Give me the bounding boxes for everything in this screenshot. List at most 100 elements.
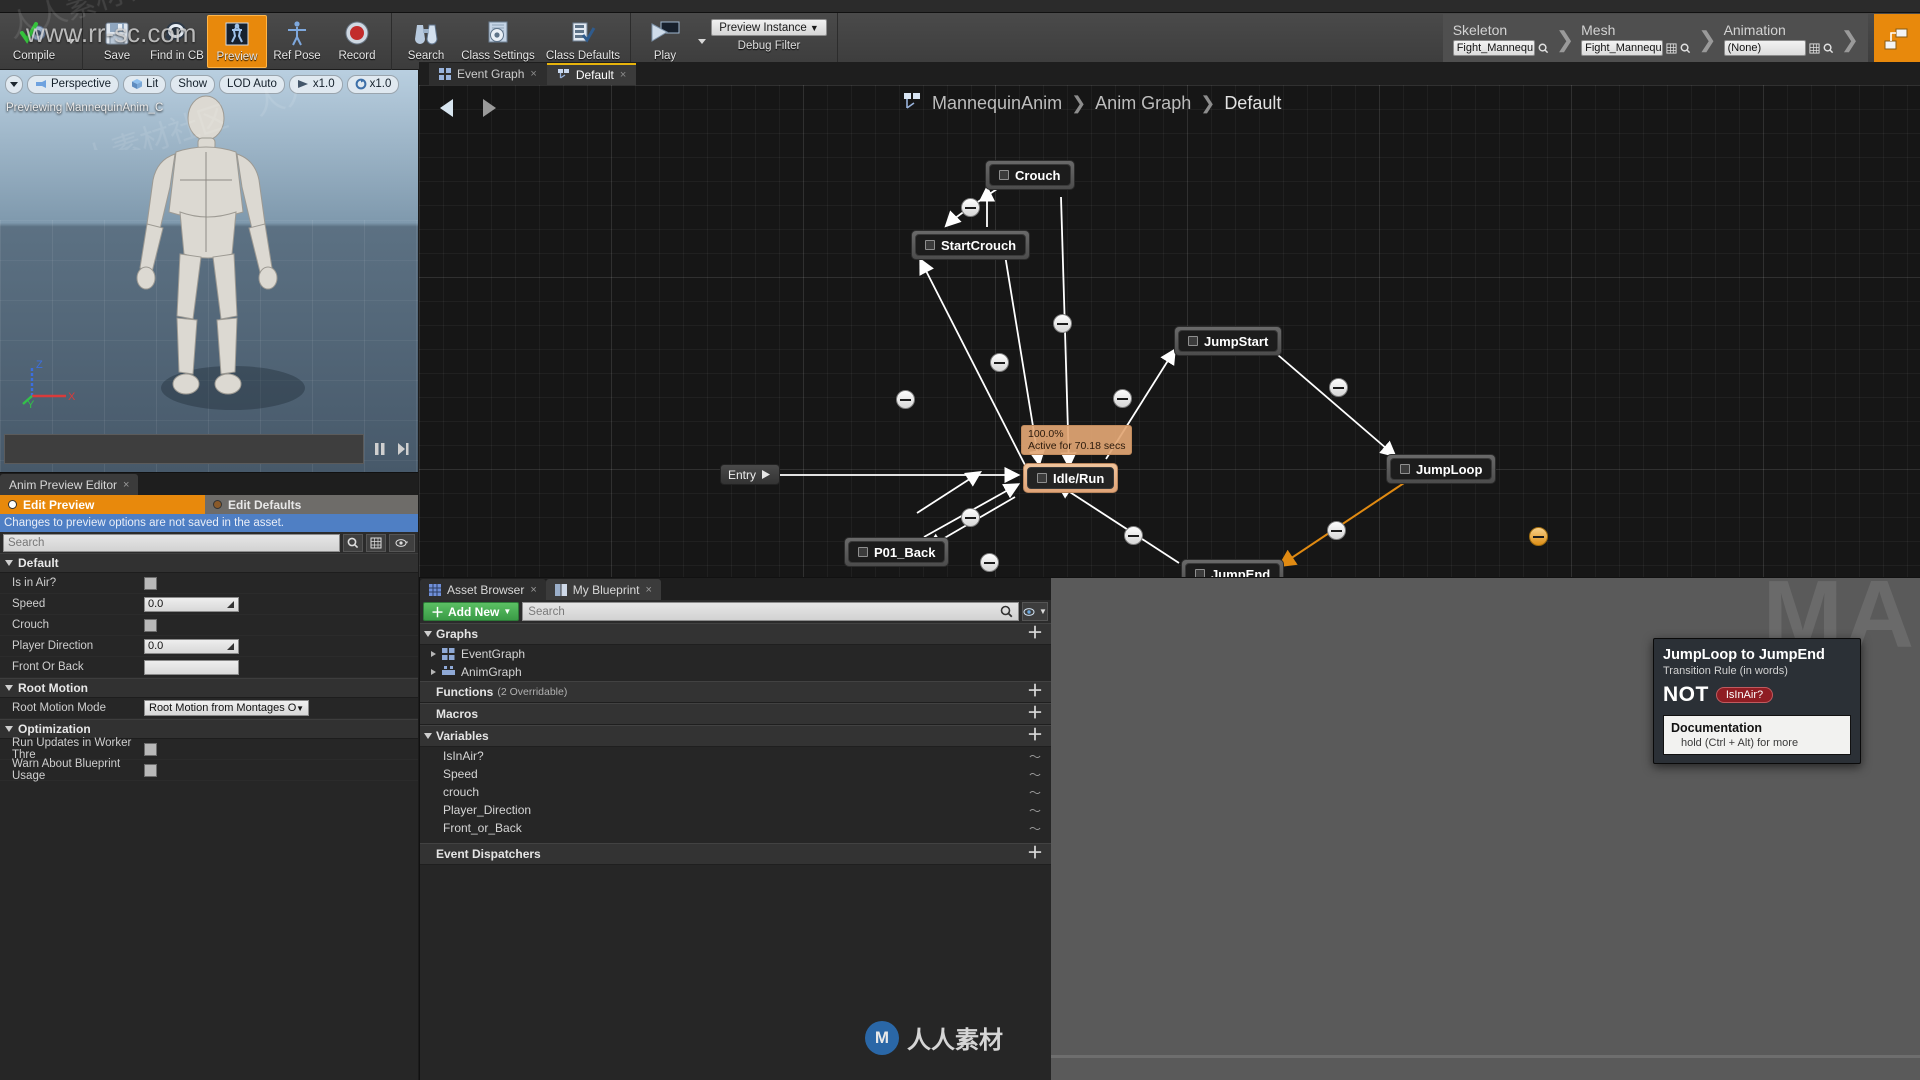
transition-icon-orange[interactable]: [1529, 527, 1548, 546]
details-search-input[interactable]: Search: [3, 534, 340, 552]
back-arrow-icon[interactable]: [433, 95, 461, 121]
class-settings-button[interactable]: Class Settings: [456, 15, 540, 68]
transition-icon[interactable]: [961, 508, 980, 527]
ref-pose-button[interactable]: Ref Pose: [267, 15, 327, 68]
details-section-root-motion[interactable]: Root Motion: [0, 678, 418, 698]
tab-event-graph[interactable]: Event Graph ×: [429, 63, 547, 85]
close-icon[interactable]: ×: [530, 68, 536, 80]
front-or-back-field[interactable]: [144, 660, 239, 675]
state-node-idle-run[interactable]: Idle/Run: [1023, 463, 1118, 493]
details-section-optimization[interactable]: Optimization: [0, 719, 418, 739]
blueprint-variable-front-or-back[interactable]: Front_or_Back 〜: [420, 819, 1051, 837]
asset-field-mesh[interactable]: Fight_Mannequ: [1581, 40, 1663, 56]
asset-field-animation[interactable]: (None): [1724, 40, 1806, 56]
blueprint-variable-crouch[interactable]: crouch 〜: [420, 783, 1051, 801]
state-node-p01-back[interactable]: P01_Back: [844, 537, 949, 567]
mode-edit-preview[interactable]: Edit Preview: [0, 495, 205, 514]
viewport-pause-button[interactable]: [366, 434, 392, 464]
save-button[interactable]: Save: [87, 15, 147, 68]
search-button[interactable]: Search: [396, 15, 456, 68]
compile-button[interactable]: Compile: [4, 15, 64, 68]
blueprint-variable-isinair[interactable]: IsInAir? 〜: [420, 747, 1051, 765]
browse-icon[interactable]: [1809, 43, 1820, 54]
transition-icon[interactable]: [1327, 521, 1346, 540]
debug-filter-combo[interactable]: Preview Instance ▼: [711, 19, 827, 36]
forward-arrow-icon[interactable]: [475, 95, 503, 121]
details-section-default[interactable]: Default: [0, 553, 418, 573]
find-icon[interactable]: [1680, 43, 1691, 54]
add-new-button[interactable]: ＋ Add New ▼: [423, 602, 519, 621]
details-visibility-button[interactable]: [389, 534, 415, 552]
blueprint-section-functions[interactable]: Functions (2 Overridable) ＋: [420, 681, 1051, 703]
graph-canvas[interactable]: MannequinAnim ❯ Anim Graph ❯ Default: [419, 85, 1920, 577]
graph-entry-node[interactable]: Entry: [720, 464, 780, 485]
variable-visibility-icon[interactable]: 〜: [1029, 748, 1041, 765]
state-node-jumpend[interactable]: JumpEnd: [1181, 559, 1284, 577]
crouch-checkbox[interactable]: [144, 619, 157, 632]
tab-default[interactable]: Default ×: [547, 63, 636, 85]
chevron-right-icon[interactable]: [431, 651, 436, 657]
find-in-cb-button[interactable]: Find in CB: [147, 15, 207, 68]
chevron-right-icon[interactable]: [431, 669, 436, 675]
browse-icon[interactable]: [1666, 43, 1677, 54]
blueprint-variable-player-direction[interactable]: Player_Direction 〜: [420, 801, 1051, 819]
state-node-jumploop[interactable]: JumpLoop: [1386, 454, 1496, 484]
blueprint-variable-speed[interactable]: Speed 〜: [420, 765, 1051, 783]
compile-dropdown-arrow[interactable]: [64, 15, 78, 68]
details-search-icon[interactable]: [343, 534, 363, 552]
find-icon[interactable]: [1538, 43, 1549, 54]
viewport-playrate-button[interactable]: x1.0: [289, 75, 343, 94]
viewport-show-button[interactable]: Show: [170, 75, 215, 94]
tab-anim-preview-editor[interactable]: Anim Preview Editor ×: [0, 474, 138, 495]
viewport-lod-button[interactable]: LOD Auto: [219, 75, 285, 94]
blueprint-item-eventgraph[interactable]: EventGraph: [420, 645, 1051, 663]
blueprint-section-event-dispatchers[interactable]: Event Dispatchers ＋: [420, 843, 1051, 865]
mode-edit-defaults[interactable]: Edit Defaults: [205, 495, 418, 514]
variable-visibility-icon[interactable]: 〜: [1029, 820, 1041, 837]
root-motion-mode-combo[interactable]: Root Motion from Montages Only ▼: [144, 700, 309, 716]
play-button[interactable]: Play: [635, 15, 695, 68]
transition-icon[interactable]: [1124, 526, 1143, 545]
close-icon[interactable]: ×: [620, 69, 626, 81]
my-blueprint-visibility-button[interactable]: ▼: [1022, 602, 1048, 621]
tab-my-blueprint[interactable]: My Blueprint ×: [546, 579, 661, 600]
run-updates-checkbox[interactable]: [144, 743, 157, 756]
details-grid-view-button[interactable]: [366, 534, 386, 552]
my-blueprint-search-input[interactable]: Search: [522, 602, 1019, 621]
asset-field-skeleton[interactable]: Fight_Mannequ: [1453, 40, 1535, 56]
transition-icon[interactable]: [1113, 389, 1132, 408]
variable-visibility-icon[interactable]: 〜: [1029, 784, 1041, 801]
class-defaults-button[interactable]: Class Defaults: [540, 15, 626, 68]
close-icon[interactable]: ×: [123, 479, 129, 491]
transition-icon[interactable]: [1329, 378, 1348, 397]
asset-blueprint-badge[interactable]: [1874, 14, 1920, 66]
blueprint-item-animgraph[interactable]: AnimGraph: [420, 663, 1051, 681]
close-icon[interactable]: ×: [646, 584, 652, 596]
player-direction-number-field[interactable]: 0.0: [144, 639, 239, 654]
variable-visibility-icon[interactable]: 〜: [1029, 802, 1041, 819]
add-function-button[interactable]: ＋: [1027, 685, 1043, 699]
breadcrumb-default[interactable]: Default: [1224, 93, 1281, 114]
transition-icon[interactable]: [980, 553, 999, 572]
viewport-lit-button[interactable]: Lit: [123, 75, 166, 94]
transition-icon[interactable]: [1053, 314, 1072, 333]
viewport-menu-button[interactable]: [5, 75, 23, 94]
add-graph-button[interactable]: ＋: [1027, 627, 1043, 641]
viewport-scrub-bar[interactable]: [4, 434, 364, 464]
transition-icon[interactable]: [896, 390, 915, 409]
record-button[interactable]: Record: [327, 15, 387, 68]
viewport-rotate-button[interactable]: x1.0: [347, 75, 400, 94]
state-node-startcrouch[interactable]: StartCrouch: [911, 230, 1030, 260]
close-icon[interactable]: ×: [530, 584, 536, 596]
preview-button[interactable]: Preview: [207, 15, 267, 68]
viewport-step-forward-button[interactable]: [390, 434, 416, 464]
add-variable-button[interactable]: ＋: [1027, 729, 1043, 743]
viewport-perspective-button[interactable]: Perspective: [27, 75, 119, 94]
blueprint-section-macros[interactable]: Macros ＋: [420, 703, 1051, 725]
blueprint-section-variables[interactable]: Variables ＋: [420, 725, 1051, 747]
state-node-crouch[interactable]: Crouch: [985, 160, 1075, 190]
is-in-air-checkbox[interactable]: [144, 577, 157, 590]
variable-visibility-icon[interactable]: 〜: [1029, 766, 1041, 783]
find-icon[interactable]: [1823, 43, 1834, 54]
breadcrumb-anim-graph[interactable]: Anim Graph: [1095, 93, 1191, 114]
